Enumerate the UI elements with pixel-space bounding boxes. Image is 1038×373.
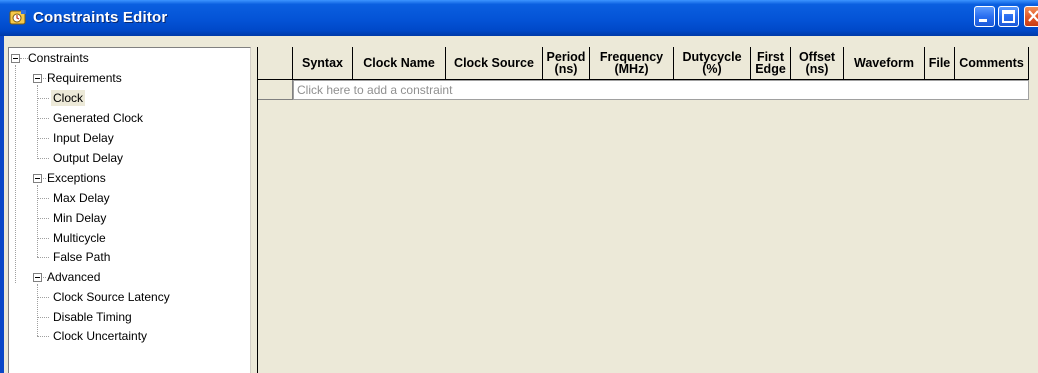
constraints-editor-window: Constraints Editor Constraints Requireme…	[0, 0, 1038, 373]
column-header-clock-name[interactable]: Clock Name	[353, 47, 446, 80]
clock-app-icon	[9, 10, 26, 25]
column-header-clock-source[interactable]: Clock Source	[446, 47, 543, 80]
column-header-period[interactable]: Period (ns)	[543, 47, 590, 80]
tree-item-clock-source-latency[interactable]: Clock Source Latency	[53, 289, 170, 305]
tree-group-advanced[interactable]: Advanced	[47, 269, 100, 285]
close-button[interactable]	[1024, 6, 1038, 27]
tree-item-generated-clock[interactable]: Generated Clock	[53, 110, 143, 126]
column-header-file[interactable]: File	[925, 47, 955, 80]
tree-group-requirements[interactable]: Requirements	[47, 70, 122, 86]
minimize-button[interactable]	[974, 6, 995, 27]
tree-item-input-delay[interactable]: Input Delay	[53, 130, 114, 146]
collapse-advanced-icon[interactable]	[33, 273, 42, 282]
collapse-constraints-icon[interactable]	[11, 54, 20, 63]
tree-item-multicycle[interactable]: Multicycle	[53, 230, 106, 246]
column-header-frequency[interactable]: Frequency (MHz)	[590, 47, 674, 80]
constraints-grid: Syntax Clock Name Clock Source Period (ns…	[258, 47, 1038, 373]
tree-item-disable-timing[interactable]: Disable Timing	[53, 309, 132, 325]
tree-item-clock[interactable]: Clock	[51, 90, 86, 106]
constraint-tree[interactable]: Constraints Requirements Clock Generated…	[8, 47, 251, 373]
row-header-corner	[258, 47, 293, 80]
window-frame-left	[0, 36, 4, 373]
tree-group-exceptions[interactable]: Exceptions	[47, 170, 106, 186]
tree-item-output-delay[interactable]: Output Delay	[53, 150, 123, 166]
title-bar[interactable]: Constraints Editor	[0, 0, 1038, 36]
maximize-button[interactable]	[998, 6, 1019, 27]
column-header-waveform[interactable]: Waveform	[844, 47, 925, 80]
tree-item-false-path[interactable]: False Path	[53, 249, 110, 265]
column-header-comments[interactable]: Comments	[955, 47, 1029, 80]
row-selector[interactable]	[258, 80, 293, 100]
column-header-first-edge[interactable]: First Edge	[751, 47, 791, 80]
tree-item-min-delay[interactable]: Min Delay	[53, 210, 106, 226]
collapse-exceptions-icon[interactable]	[33, 174, 42, 183]
collapse-requirements-icon[interactable]	[33, 74, 42, 83]
column-header-syntax[interactable]: Syntax	[293, 47, 353, 80]
minimize-icon	[979, 19, 987, 22]
window-title: Constraints Editor	[33, 9, 168, 26]
column-header-dutycycle[interactable]: Dutycycle (%)	[674, 47, 751, 80]
maximize-icon	[1002, 10, 1015, 23]
column-header-offset[interactable]: Offset (ns)	[791, 47, 844, 80]
close-icon	[1028, 10, 1038, 22]
tree-item-clock-uncertainty[interactable]: Clock Uncertainty	[53, 328, 147, 344]
tree-root-constraints[interactable]: Constraints	[28, 50, 89, 66]
add-constraint-row[interactable]: Click here to add a constraint	[293, 80, 1029, 100]
tree-item-max-delay[interactable]: Max Delay	[53, 190, 110, 206]
